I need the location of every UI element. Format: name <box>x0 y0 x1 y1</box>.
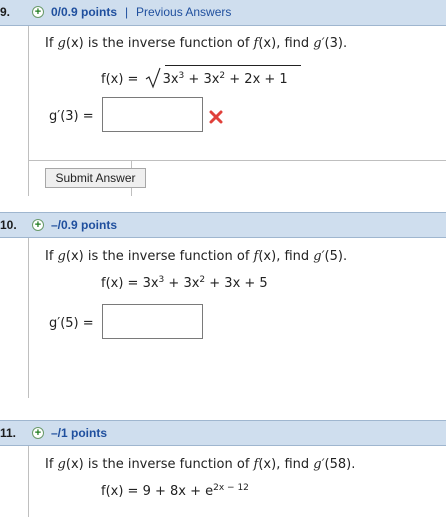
answer-label: g′(3) = <box>49 109 94 124</box>
points-link[interactable]: 0/0.9 points <box>51 5 117 19</box>
question-number: 9. <box>0 5 11 19</box>
function-formula: f(x) = 3x3 + 3x2 + 2x + 1 <box>101 67 290 89</box>
answer-input[interactable] <box>102 304 203 339</box>
plus-circle-icon[interactable]: + <box>32 427 44 439</box>
question-11-body: If g(x) is the inverse function of f(x),… <box>28 446 446 517</box>
question-number: 11. <box>0 426 17 440</box>
answer-label: g′(5) = <box>49 316 94 331</box>
header-separator: | <box>125 5 129 19</box>
question-10-header: 10. + –/0.9 points <box>0 212 446 238</box>
points-link[interactable]: –/1 points <box>51 426 107 440</box>
submit-answer-button[interactable]: Submit Answer <box>45 168 146 188</box>
question-9-body: If g(x) is the inverse function of f(x),… <box>28 26 446 196</box>
previous-answers-link[interactable]: Previous Answers <box>136 5 231 19</box>
sqrt-symbol <box>145 67 161 89</box>
question-prompt: If g(x) is the inverse function of f(x),… <box>45 36 348 51</box>
plus-circle-icon[interactable]: + <box>32 219 44 231</box>
divider <box>131 160 446 161</box>
function-formula: f(x) = 9 + 8x + e2x − 12 <box>101 483 249 499</box>
question-prompt: If g(x) is the inverse function of f(x),… <box>45 249 348 264</box>
function-formula: f(x) = 3x3 + 3x2 + 3x + 5 <box>101 275 268 291</box>
plus-circle-icon[interactable]: + <box>32 6 44 18</box>
question-10-body: If g(x) is the inverse function of f(x),… <box>28 238 446 398</box>
question-11-header: 11. + –/1 points <box>0 420 446 446</box>
answer-input[interactable] <box>102 97 203 132</box>
red-x-icon <box>209 110 223 124</box>
points-link[interactable]: –/0.9 points <box>51 218 117 232</box>
question-9-header: 9. + 0/0.9 points | Previous Answers <box>0 0 446 26</box>
divider <box>29 160 131 161</box>
question-prompt: If g(x) is the inverse function of f(x),… <box>45 457 356 472</box>
sqrt-overbar <box>165 65 301 66</box>
question-number: 10. <box>0 218 17 232</box>
